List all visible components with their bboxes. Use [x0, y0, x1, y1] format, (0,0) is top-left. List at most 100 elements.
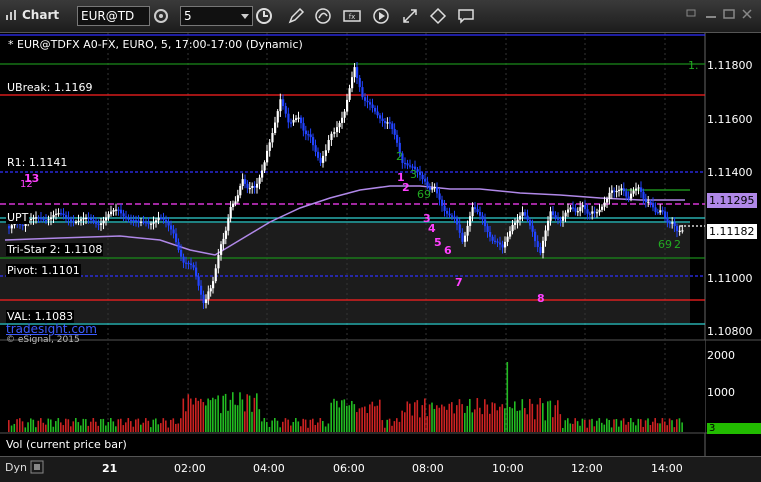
time-template-button[interactable]: [254, 6, 274, 26]
volume-bar: [117, 419, 120, 432]
candle: [292, 119, 295, 123]
volume-bar: [433, 408, 436, 432]
volume-bar: [598, 418, 601, 432]
candle: [443, 205, 446, 211]
volume-bar: [596, 420, 598, 432]
candle: [40, 217, 43, 220]
pin-icon[interactable]: [684, 8, 698, 20]
candle: [284, 106, 287, 114]
volume-bar: [62, 425, 65, 432]
efs-icon: fx: [343, 10, 361, 22]
volume-bar: [376, 405, 379, 432]
candle: [287, 113, 290, 123]
volume-bar: [366, 413, 369, 432]
candle: [251, 185, 254, 188]
volume-bar: [130, 421, 132, 432]
volume-bar: [85, 419, 87, 432]
candle: [212, 281, 215, 289]
dynamic-mode-button[interactable]: Dyn: [5, 461, 27, 474]
volume-bar: [501, 404, 504, 432]
volume-bar: [217, 395, 219, 432]
maximize-icon[interactable]: [722, 8, 736, 20]
candle: [673, 222, 676, 227]
volume-bar: [489, 413, 491, 432]
candle: [351, 77, 354, 89]
candle: [220, 244, 223, 255]
candle: [649, 201, 652, 204]
candle: [330, 133, 333, 141]
volume-bar: [160, 423, 162, 432]
volume-bar: [364, 406, 366, 432]
candle: [102, 220, 105, 224]
volume-tick: 2000: [707, 349, 735, 362]
candle: [549, 211, 552, 221]
candle: [409, 165, 412, 167]
candle: [448, 213, 451, 216]
volume-bar: [341, 400, 343, 432]
volume-bar: [647, 418, 649, 432]
candle: [195, 267, 198, 277]
volume-bar: [494, 403, 496, 432]
link-button[interactable]: [400, 6, 420, 26]
candle: [652, 203, 655, 208]
candle: [374, 107, 377, 112]
candle: [132, 220, 135, 222]
volume-bar: [466, 405, 469, 432]
candle: [160, 217, 163, 219]
volume-bar: [40, 418, 42, 432]
candle: [456, 218, 459, 225]
volume-bar: [170, 419, 172, 432]
candle: [637, 187, 640, 189]
volume-bar: [661, 418, 664, 432]
candle: [562, 216, 565, 221]
symbol-input[interactable]: EUR@TD: [77, 6, 150, 26]
draw-tool-button[interactable]: [286, 6, 306, 26]
candle: [35, 217, 38, 219]
chat-button[interactable]: [456, 6, 476, 26]
volume-bar: [369, 404, 371, 432]
candle: [579, 207, 582, 212]
candle: [140, 221, 143, 223]
candle: [620, 188, 623, 190]
settings-button[interactable]: [428, 6, 448, 26]
candle: [519, 215, 522, 220]
candle: [42, 219, 45, 221]
zoom-icon[interactable]: [30, 460, 44, 474]
price-chart[interactable]: 12345678236 969 2: [0, 33, 761, 456]
volume-bar: [361, 407, 363, 432]
minimize-icon[interactable]: [704, 8, 718, 20]
volume-bar: [167, 427, 170, 432]
formula-button[interactable]: [313, 6, 333, 26]
volume-bar: [155, 418, 157, 432]
candle: [77, 220, 80, 222]
symbol-options-button[interactable]: [151, 6, 171, 26]
candle: [30, 218, 33, 221]
candle: [263, 162, 266, 171]
candle: [239, 185, 242, 196]
volume-bar: [248, 395, 251, 432]
replay-button[interactable]: [371, 6, 391, 26]
volume-bar: [516, 410, 519, 432]
candle: [32, 217, 35, 219]
candle: [469, 216, 472, 226]
volume-bar: [635, 425, 637, 432]
candle: [627, 196, 630, 199]
volume-bar: [42, 422, 45, 432]
candle: [514, 222, 517, 225]
candle: [322, 155, 325, 163]
volume-bar: [75, 418, 77, 432]
volume-bar: [236, 405, 239, 432]
interval-select[interactable]: 5: [180, 6, 253, 26]
close-icon[interactable]: [740, 8, 754, 20]
candle: [312, 137, 315, 146]
candle: [100, 223, 103, 225]
candle: [516, 219, 519, 223]
volume-bar: [13, 423, 16, 432]
volume-bar: [448, 403, 451, 432]
level-label-tristar: Tri-Star 2: 1.1108: [6, 243, 104, 256]
studies-button[interactable]: fx: [342, 6, 362, 26]
candle: [297, 117, 300, 119]
candle: [391, 123, 394, 130]
candle: [170, 225, 173, 230]
candle: [369, 102, 372, 105]
